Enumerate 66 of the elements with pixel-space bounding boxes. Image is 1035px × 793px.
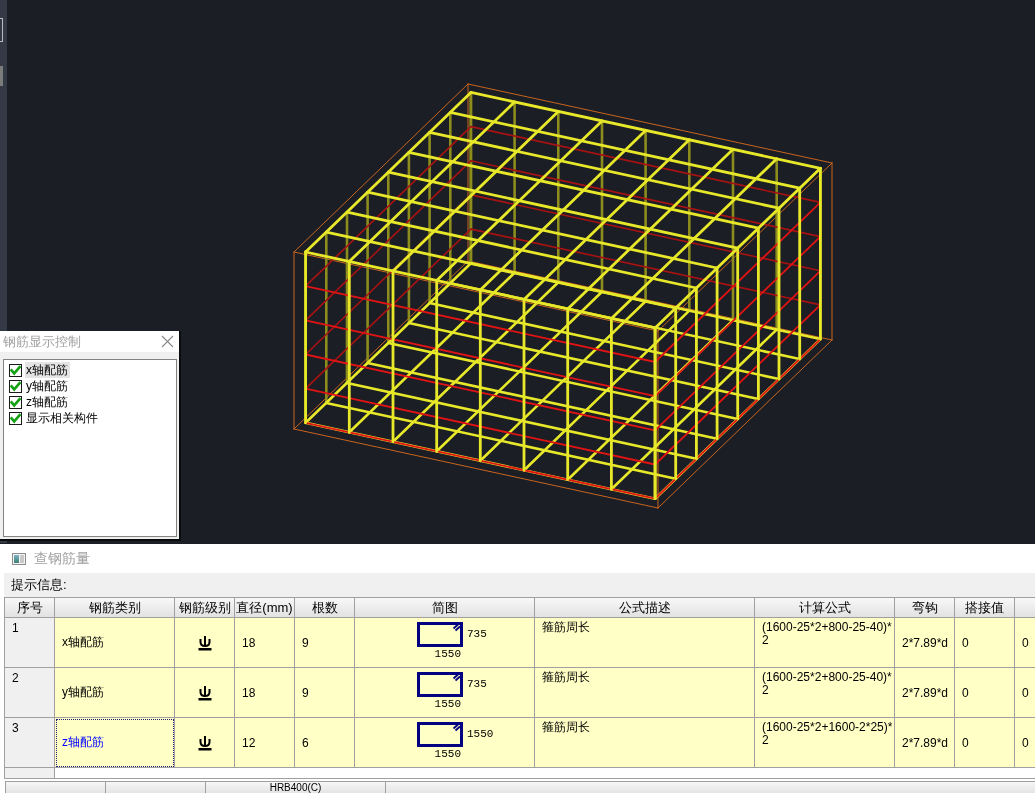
table-cell: 12 bbox=[235, 718, 295, 768]
column-header: 简图 bbox=[355, 598, 535, 618]
row-header[interactable]: 1 bbox=[5, 618, 55, 668]
column-header: 公式描述 bbox=[535, 598, 755, 618]
panel-title: 钢筋显示控制 bbox=[3, 333, 81, 350]
grade-symbol-icon bbox=[196, 684, 213, 701]
stirrup-shape-icon bbox=[417, 722, 463, 747]
table-cell: 2*7.89*d bbox=[895, 618, 955, 668]
grade-symbol-icon bbox=[196, 734, 213, 751]
checkbox[interactable] bbox=[9, 379, 22, 393]
stirrup-shape-icon bbox=[417, 672, 463, 697]
table-cell: 18 bbox=[235, 668, 295, 718]
dimension-label: 1550 bbox=[434, 698, 461, 711]
column-header: 搭接值 bbox=[955, 598, 1015, 618]
column-header: 弯钩 bbox=[895, 598, 955, 618]
table-cell: 0 bbox=[1015, 668, 1035, 718]
close-button[interactable] bbox=[161, 335, 174, 348]
table-cell: 9 bbox=[295, 618, 355, 668]
panel-title: 查钢筋量 bbox=[34, 549, 90, 568]
table-cell: x轴配筋 bbox=[55, 618, 175, 668]
table-cell: (1600-25*2+800-25-40)*2 bbox=[755, 668, 895, 718]
grade-symbol-icon bbox=[196, 634, 213, 651]
table-cell: 箍筋周长 bbox=[535, 618, 755, 668]
hint-label: 提示信息: bbox=[11, 576, 67, 594]
dimension-label: 1550 bbox=[434, 648, 461, 661]
stirrup-shape-icon bbox=[417, 622, 463, 647]
table-cell: 2*7.89*d bbox=[895, 668, 955, 718]
table-cell: 0 bbox=[955, 668, 1015, 718]
dimension-label: 1550 bbox=[467, 728, 494, 741]
dimension-label: 735 bbox=[467, 628, 487, 641]
window-icon bbox=[12, 552, 26, 565]
dimension-label: 735 bbox=[467, 678, 487, 691]
column-header: 根数 bbox=[295, 598, 355, 618]
table-cell: z轴配筋 bbox=[55, 718, 175, 768]
status-section: HRB400(C) bbox=[205, 781, 385, 793]
scroll-thumb[interactable] bbox=[0, 66, 3, 86]
table-cell: y轴配筋 bbox=[55, 668, 175, 718]
checkbox-label[interactable]: 显示相关构件 bbox=[25, 410, 100, 426]
column-header: 直径(mm) bbox=[235, 598, 295, 618]
checkbox[interactable] bbox=[9, 411, 22, 425]
checkbox[interactable] bbox=[9, 395, 22, 409]
table-cell: 6 bbox=[295, 718, 355, 768]
table-cell: 18 bbox=[235, 618, 295, 668]
close-icon bbox=[161, 335, 174, 348]
table-cell: 9 bbox=[295, 668, 355, 718]
column-header: 计算公式 bbox=[755, 598, 895, 618]
row-header[interactable]: 3 bbox=[5, 718, 55, 768]
table-cell: 0 bbox=[955, 718, 1015, 768]
table-cell: (1600-25*2+1600-2*25)*2 bbox=[755, 718, 895, 768]
column-header: 钢筋级别 bbox=[175, 598, 235, 618]
checkbox-label[interactable]: z轴配筋 bbox=[25, 394, 70, 410]
table-cell: 2*7.89*d bbox=[895, 718, 955, 768]
row-header[interactable]: 2 bbox=[5, 668, 55, 718]
table-cell: 0 bbox=[1015, 718, 1035, 768]
table-cell: 0 bbox=[1015, 618, 1035, 668]
frame-outline-icon bbox=[0, 18, 3, 42]
table-cell: 箍筋周长 bbox=[535, 668, 755, 718]
table-cell: 0 bbox=[955, 618, 1015, 668]
column-header: 钢筋类别 bbox=[55, 598, 175, 618]
dimension-label: 1550 bbox=[434, 748, 461, 761]
column-header: 序号 bbox=[5, 598, 55, 618]
table-cell: (1600-25*2+800-25-40)*2 bbox=[755, 618, 895, 668]
table-cell: 箍筋周长 bbox=[535, 718, 755, 768]
checkbox-label[interactable]: y轴配筋 bbox=[25, 378, 70, 394]
checkbox[interactable] bbox=[9, 363, 22, 377]
checkbox-label[interactable]: x轴配筋 bbox=[25, 362, 70, 378]
